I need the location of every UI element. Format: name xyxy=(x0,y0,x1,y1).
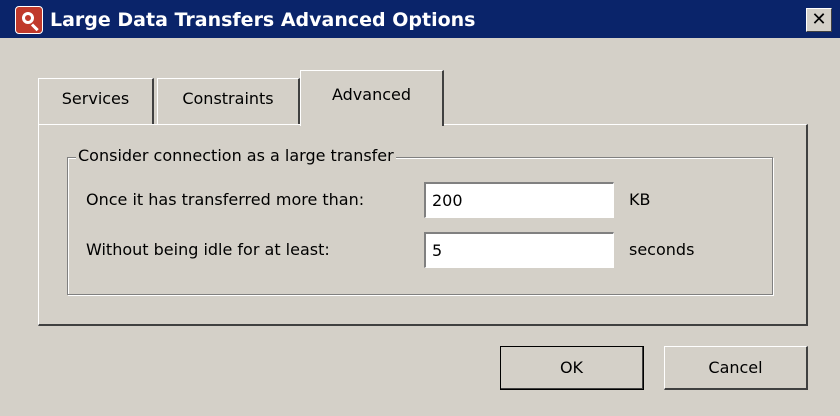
cancel-button[interactable]: Cancel xyxy=(664,346,808,390)
tab-advanced[interactable]: Advanced xyxy=(300,70,444,126)
tab-panel-advanced: Consider connection as a large transfer … xyxy=(38,124,808,326)
close-icon[interactable]: ✕ xyxy=(806,8,832,32)
tab-constraints[interactable]: Constraints xyxy=(157,78,300,124)
groupbox-legend: Consider connection as a large transfer xyxy=(76,146,396,165)
magnifier-app-icon xyxy=(15,6,43,34)
tab-services[interactable]: Services xyxy=(38,78,154,124)
transferred-more-than-label: Once it has transferred more than: xyxy=(86,190,365,209)
idle-time-label: Without being idle for at least: xyxy=(86,240,330,259)
large-transfer-groupbox: Consider connection as a large transfer … xyxy=(67,146,773,295)
idle-time-field[interactable] xyxy=(424,232,614,268)
transfer-size-field[interactable] xyxy=(424,182,614,218)
window-title: Large Data Transfers Advanced Options xyxy=(50,9,476,31)
tab-services-label: Services xyxy=(61,89,130,108)
tab-advanced-label: Advanced xyxy=(331,85,412,104)
ok-button[interactable]: OK xyxy=(500,346,644,390)
title-bar: Large Data Transfers Advanced Options ✕ xyxy=(0,0,840,40)
tab-constraints-label: Constraints xyxy=(182,89,274,108)
transfer-size-unit: KB xyxy=(629,190,651,209)
idle-time-unit: seconds xyxy=(629,240,695,259)
